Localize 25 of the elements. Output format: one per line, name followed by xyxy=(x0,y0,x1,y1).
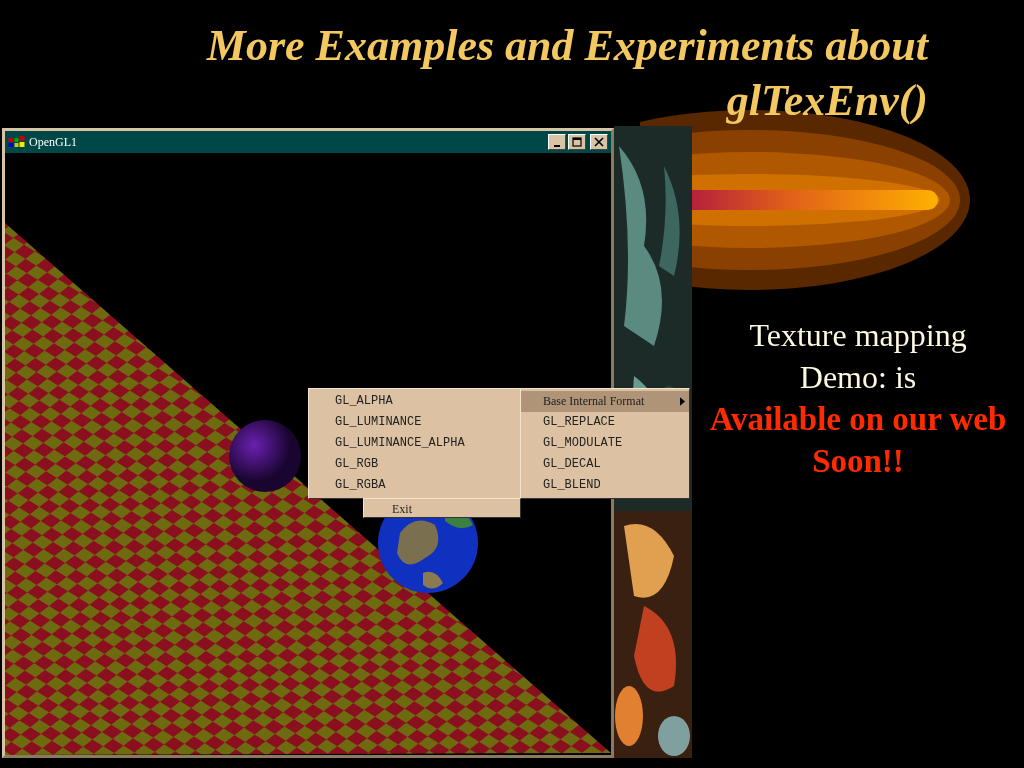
menu-item[interactable]: GL_DECAL xyxy=(521,454,689,475)
minimize-button[interactable] xyxy=(548,134,566,150)
menu-item[interactable]: GL_ALPHA xyxy=(309,391,521,412)
maximize-button[interactable] xyxy=(568,134,586,150)
slide-text: Soon!! xyxy=(812,442,904,481)
menu-item[interactable]: GL_RGBA xyxy=(309,475,521,496)
slide-text: Demo: is xyxy=(799,358,917,397)
colored-squares-icon xyxy=(8,136,25,148)
minimize-icon xyxy=(554,144,560,147)
maximize-icon xyxy=(572,137,582,147)
menu-item[interactable]: GL_RGB xyxy=(309,454,521,475)
sphere xyxy=(229,420,301,492)
exit-menu-item[interactable]: Exit xyxy=(363,498,521,518)
slide-text: Texture mapping xyxy=(749,316,967,355)
slide-title: More Examples and Experiments about glTexEnv() xyxy=(205,20,928,127)
window-title: OpenGL1 xyxy=(29,134,78,150)
close-icon xyxy=(594,137,604,147)
slide-text: Available on our web xyxy=(709,400,1007,439)
close-button[interactable] xyxy=(590,134,608,150)
menu-item[interactable]: GL_MODULATE xyxy=(521,433,689,454)
menu-item[interactable]: GL_LUMINANCE_ALPHA xyxy=(309,433,521,454)
menu-item[interactable]: GL_LUMINANCE xyxy=(309,412,521,433)
menu-item[interactable]: GL_BLEND xyxy=(521,475,689,496)
menu-item[interactable]: GL_REPLACE xyxy=(521,412,689,433)
menu-item[interactable]: Base Internal Format xyxy=(521,391,689,412)
